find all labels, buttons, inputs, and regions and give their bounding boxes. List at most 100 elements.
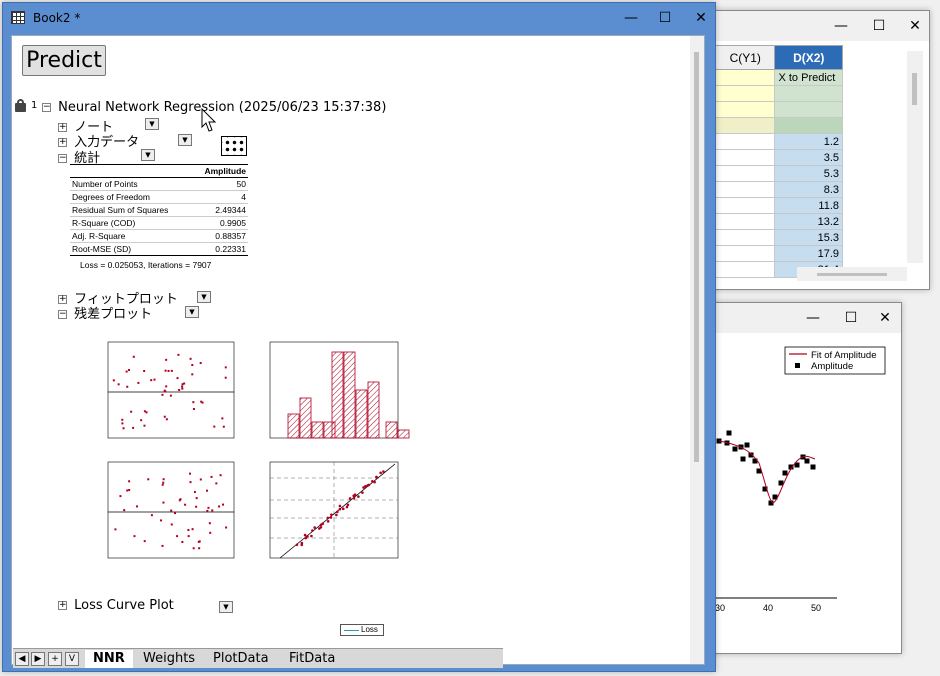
predict-button[interactable]: Predict <box>22 45 106 76</box>
cell[interactable] <box>714 181 776 198</box>
close-icon[interactable]: ✕ <box>683 3 715 33</box>
collapse-icon[interactable]: − <box>42 103 51 112</box>
cell[interactable] <box>714 165 776 182</box>
expand-icon[interactable]: + <box>58 601 67 610</box>
residual-point <box>117 383 120 386</box>
tab-plotdata[interactable]: PlotData <box>205 650 277 668</box>
residual-point <box>121 418 124 421</box>
data-point <box>740 456 746 462</box>
empty-cell[interactable] <box>774 117 843 134</box>
histogram-bar <box>299 397 312 439</box>
probability-point <box>338 507 342 511</box>
empty-cell[interactable] <box>714 117 776 134</box>
workbook-window[interactable]: Book2 * — ☐ ✕ Predict 1 − Neural Network… <box>2 2 716 672</box>
collapse-icon[interactable]: − <box>58 154 67 163</box>
cell[interactable] <box>714 213 776 230</box>
residual-vs-fitted-plot[interactable] <box>107 461 235 559</box>
probability-point <box>375 476 378 479</box>
collapse-icon[interactable]: − <box>58 310 67 319</box>
dropdown-arrow-icon[interactable]: ▼ <box>219 601 233 613</box>
cell[interactable] <box>714 245 776 262</box>
report-sheet[interactable]: Predict 1 − Neural Network Regression (2… <box>11 35 705 665</box>
tab-weights[interactable]: Weights <box>135 650 203 668</box>
residual-point <box>181 387 184 390</box>
empty-cell[interactable] <box>774 101 843 118</box>
dropdown-arrow-icon[interactable]: ▼ <box>197 291 211 303</box>
horizontal-scrollbar[interactable] <box>797 267 907 281</box>
minimize-icon[interactable]: — <box>795 303 831 333</box>
stat-label: Number of Points <box>70 177 193 191</box>
value-cell[interactable]: 17.9 <box>774 245 843 262</box>
scrollbar-thumb[interactable] <box>694 52 699 462</box>
workbook-titlebar[interactable]: Book2 * — ☐ ✕ <box>3 3 715 33</box>
residual-plots[interactable] <box>90 338 420 574</box>
tab-prev-button[interactable]: ◀ <box>15 652 29 666</box>
scrollbar-thumb[interactable] <box>817 273 887 276</box>
worksheet-titlebar[interactable]: — ☐ ✕ <box>701 11 929 41</box>
dropdown-arrow-icon[interactable]: ▼ <box>145 118 159 130</box>
histogram-bar <box>331 351 344 439</box>
residual-point <box>218 505 221 508</box>
empty-cell[interactable] <box>714 101 776 118</box>
value-cell[interactable]: 5.3 <box>774 165 843 182</box>
tab-nnr[interactable]: NNR <box>85 650 133 668</box>
maximize-icon[interactable]: ☐ <box>647 3 683 33</box>
graph-layer[interactable]: Fit of Amplitude Amplitude 30 40 50 <box>701 333 902 654</box>
add-sheet-button[interactable]: + <box>48 652 62 666</box>
empty-cell[interactable] <box>774 85 843 102</box>
tab-next-button[interactable]: ▶ <box>31 652 45 666</box>
column-header-c[interactable]: C(Y1) <box>714 45 776 70</box>
value-cell[interactable]: 13.2 <box>774 213 843 230</box>
residual-point <box>219 474 222 477</box>
column-header-d[interactable]: D(X2) <box>774 45 843 70</box>
section-loss-curve[interactable]: + Loss Curve Plot <box>58 598 174 613</box>
scrollbar-thumb[interactable] <box>912 73 917 105</box>
cell[interactable] <box>714 149 776 166</box>
cell[interactable] <box>714 261 776 278</box>
probability-point <box>341 507 345 511</box>
close-icon[interactable]: ✕ <box>897 11 929 41</box>
minimize-icon[interactable]: — <box>823 11 859 41</box>
value-cell[interactable]: 3.5 <box>774 149 843 166</box>
section-residual-plot[interactable]: − 残差プロット <box>58 303 152 322</box>
residual-point <box>213 425 216 428</box>
residual-histogram[interactable] <box>269 341 410 439</box>
worksheet-grid[interactable]: C(Y1) D(X2) X to Predict 1.2 3.5 5.3 8.3… <box>714 45 843 278</box>
value-cell[interactable]: 1.2 <box>774 133 843 150</box>
x-tick-label: 40 <box>763 603 773 613</box>
maximize-icon[interactable]: ☐ <box>833 303 869 333</box>
label-cell-c[interactable] <box>714 69 776 86</box>
expand-icon[interactable]: + <box>58 138 67 147</box>
loss-legend-line-icon <box>344 630 359 631</box>
residual-point <box>224 376 227 379</box>
dropdown-arrow-icon[interactable]: ▼ <box>178 134 192 146</box>
residual-point <box>206 509 209 512</box>
close-icon[interactable]: ✕ <box>867 303 901 333</box>
normal-probability-plot[interactable] <box>269 461 399 559</box>
residual-point <box>153 378 156 381</box>
residual-vs-x-plot[interactable] <box>107 341 235 439</box>
cell[interactable] <box>714 133 776 150</box>
tab-fitdata[interactable]: FitData <box>281 650 343 668</box>
empty-cell[interactable] <box>714 85 776 102</box>
graph-window[interactable]: — ☐ ✕ Fit of Amplitude Amplitude 30 40 5… <box>700 302 902 654</box>
vertical-scrollbar[interactable] <box>690 36 704 664</box>
dropdown-arrow-icon[interactable]: ▼ <box>185 306 199 318</box>
minimize-icon[interactable]: — <box>613 3 649 33</box>
value-cell[interactable]: 15.3 <box>774 229 843 246</box>
worksheet-window[interactable]: — ☐ ✕ C(Y1) D(X2) X to Predict 1.2 3.5 5… <box>700 10 930 290</box>
stat-value: 50 <box>192 177 248 191</box>
vertical-scrollbar[interactable] <box>907 51 923 263</box>
label-cell-d[interactable]: X to Predict <box>774 69 843 86</box>
value-cell[interactable]: 8.3 <box>774 181 843 198</box>
cell[interactable] <box>714 229 776 246</box>
sheet-list-button[interactable]: V <box>65 652 79 666</box>
value-cell[interactable]: 11.8 <box>774 197 843 214</box>
dropdown-arrow-icon[interactable]: ▼ <box>141 149 155 161</box>
data-point <box>744 442 750 448</box>
grid-toggle-icon[interactable] <box>221 136 247 156</box>
maximize-icon[interactable]: ☐ <box>861 11 897 41</box>
sheet-tab-bar[interactable]: ◀ ▶ + V NNR Weights PlotData FitData <box>13 648 503 668</box>
cell[interactable] <box>714 197 776 214</box>
graph-titlebar[interactable]: — ☐ ✕ <box>701 303 901 333</box>
